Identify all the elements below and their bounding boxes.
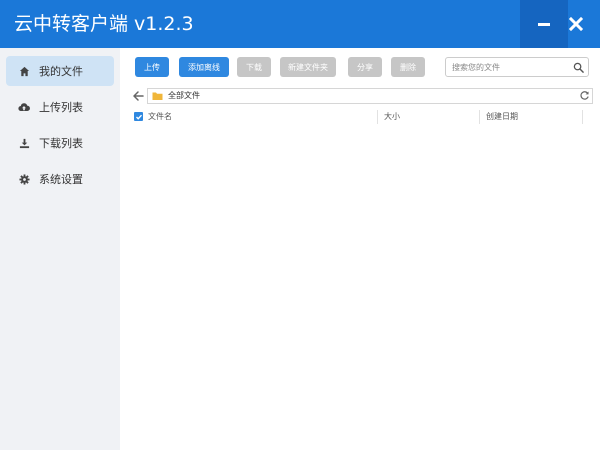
- title-bar: 云中转客户端 v1.2.3: [0, 0, 600, 48]
- sidebar-item-label: 系统设置: [39, 173, 83, 186]
- sidebar: 我的文件 上传列表 下载列表 系统设置: [0, 48, 120, 450]
- sidebar-item-settings[interactable]: 系统设置: [6, 164, 114, 194]
- delete-button[interactable]: 删除: [391, 57, 425, 77]
- upload-button[interactable]: 上传: [135, 57, 169, 77]
- gear-icon: [18, 173, 30, 185]
- file-list-body: [132, 126, 594, 444]
- select-all-checkbox[interactable]: [134, 112, 143, 121]
- close-button[interactable]: [552, 0, 600, 48]
- column-header-size[interactable]: 大小: [384, 111, 400, 123]
- sidebar-item-label: 我的文件: [39, 65, 83, 78]
- refresh-icon[interactable]: [579, 90, 590, 101]
- breadcrumb-current-folder[interactable]: 全部文件: [168, 90, 200, 102]
- main-panel: 上传 添加离线 下载 新建文件夹 分享 删除 全部文件 文件名: [120, 48, 600, 450]
- download-icon: [18, 137, 30, 149]
- search-icon[interactable]: [573, 62, 584, 73]
- column-divider: [582, 110, 583, 124]
- new-folder-button[interactable]: 新建文件夹: [280, 57, 336, 77]
- search-box: [445, 57, 589, 77]
- add-offline-button[interactable]: 添加离线: [179, 57, 229, 77]
- sidebar-item-label: 上传列表: [39, 101, 83, 114]
- column-header-created[interactable]: 创建日期: [486, 111, 518, 123]
- arrow-left-icon[interactable]: [132, 90, 144, 102]
- share-button[interactable]: 分享: [348, 57, 382, 77]
- app-title: 云中转客户端 v1.2.3: [14, 13, 194, 35]
- sidebar-item-label: 下载列表: [39, 137, 83, 150]
- search-input[interactable]: [452, 61, 568, 73]
- home-icon: [18, 65, 30, 77]
- folder-icon: [152, 92, 163, 100]
- sidebar-item-my-files[interactable]: 我的文件: [6, 56, 114, 86]
- breadcrumb: 全部文件: [147, 88, 593, 104]
- sidebar-item-upload-list[interactable]: 上传列表: [6, 92, 114, 122]
- download-button[interactable]: 下载: [237, 57, 271, 77]
- sidebar-item-download-list[interactable]: 下载列表: [6, 128, 114, 158]
- column-divider: [479, 110, 480, 124]
- checkmark-icon: [135, 114, 142, 120]
- column-divider: [377, 110, 378, 124]
- close-icon: [569, 17, 583, 31]
- file-list-header: 文件名 大小 创建日期: [132, 110, 594, 124]
- minimize-icon: [538, 23, 550, 26]
- column-header-name[interactable]: 文件名: [148, 111, 172, 123]
- cloud-upload-icon: [18, 101, 30, 113]
